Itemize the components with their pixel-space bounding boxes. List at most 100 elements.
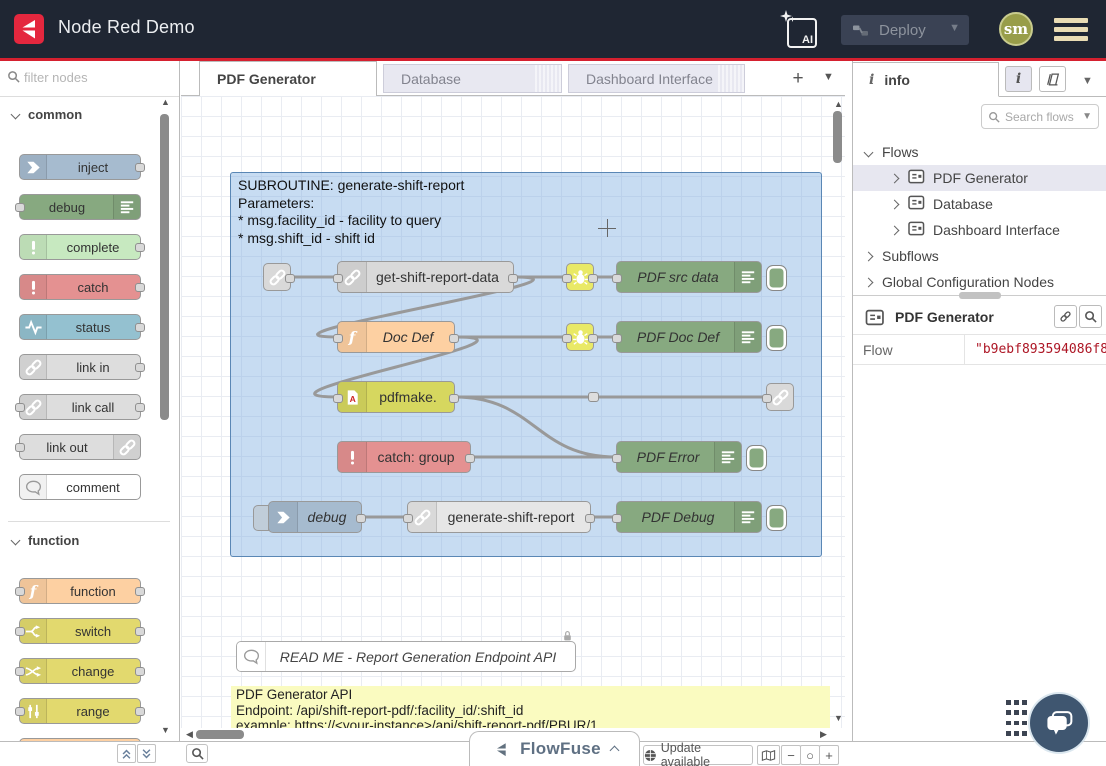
output-port[interactable] xyxy=(585,514,595,523)
deploy-button[interactable]: Deploy ▼ xyxy=(841,15,969,45)
input-port[interactable] xyxy=(612,274,622,283)
output-port[interactable] xyxy=(285,274,295,283)
input-port[interactable] xyxy=(562,334,572,343)
output-port[interactable] xyxy=(465,454,475,463)
sidebar-item-database[interactable]: Database xyxy=(853,191,1106,217)
inject-node[interactable]: debug xyxy=(268,501,362,533)
canvas-scroll-left[interactable]: ◀ xyxy=(186,730,193,739)
splitter-handle[interactable] xyxy=(959,292,1001,299)
palette-category-function[interactable]: function xyxy=(0,533,160,555)
debug-node[interactable]: PDF Debug xyxy=(616,501,762,533)
user-avatar[interactable]: sm xyxy=(999,12,1033,46)
input-port[interactable] xyxy=(612,514,622,523)
palette-node-debug[interactable]: debug xyxy=(19,194,141,220)
ai-assistant-button[interactable]: AI xyxy=(787,18,817,48)
output-port[interactable] xyxy=(508,274,518,283)
palette-node-switch[interactable]: switch xyxy=(19,618,141,644)
input-port[interactable] xyxy=(762,394,772,403)
input-port[interactable] xyxy=(15,707,25,716)
catch-node[interactable]: catch: group xyxy=(337,441,471,473)
tab-info[interactable]: i info xyxy=(853,62,999,97)
function-node[interactable]: fDoc Def xyxy=(337,321,455,353)
canvas-search-button[interactable] xyxy=(186,744,208,763)
output-port[interactable] xyxy=(135,243,145,252)
canvas-scroll-right[interactable]: ▶ xyxy=(820,730,827,739)
debug-node[interactable]: PDF src data xyxy=(616,261,762,293)
output-port[interactable] xyxy=(356,514,366,523)
inject-trigger-button[interactable] xyxy=(253,505,269,531)
output-port[interactable] xyxy=(449,394,459,403)
input-port[interactable] xyxy=(333,274,343,283)
wire-junction[interactable] xyxy=(588,392,599,402)
output-port[interactable] xyxy=(135,163,145,172)
link-call-node[interactable]: get-shift-report-data xyxy=(337,261,514,293)
debug-toggle-button[interactable] xyxy=(746,445,767,471)
input-port[interactable] xyxy=(15,403,25,412)
main-menu-button[interactable] xyxy=(1054,18,1088,42)
chevron-right-icon[interactable] xyxy=(890,225,900,235)
tab-dashboard-interface[interactable]: Dashboard Interface xyxy=(568,64,745,93)
input-port[interactable] xyxy=(15,587,25,596)
palette-node-change[interactable]: change xyxy=(19,658,141,684)
output-port[interactable] xyxy=(135,587,145,596)
palette-filter-input[interactable]: filter nodes xyxy=(0,61,179,97)
output-port[interactable] xyxy=(135,627,145,636)
output-port[interactable] xyxy=(135,363,145,372)
zoom-to-flow-button[interactable] xyxy=(1079,305,1102,328)
chevron-right-icon[interactable] xyxy=(890,199,900,209)
output-port[interactable] xyxy=(135,403,145,412)
sidebar-item-flows[interactable]: Flows xyxy=(853,139,1106,165)
flow-note-box[interactable]: PDF Generator APIEndpoint: /api/shift-re… xyxy=(231,686,830,728)
input-port[interactable] xyxy=(403,514,413,523)
widget-drag-handle[interactable] xyxy=(1006,700,1026,738)
debug-toggle-button[interactable] xyxy=(766,505,787,531)
input-port[interactable] xyxy=(612,334,622,343)
output-port[interactable] xyxy=(588,334,598,343)
output-port[interactable] xyxy=(135,707,145,716)
tab-database[interactable]: Database xyxy=(383,64,562,93)
update-available-button[interactable]: Update available xyxy=(643,745,753,765)
comment-node[interactable]: READ ME - Report Generation Endpoint API xyxy=(236,641,576,672)
deploy-dropdown-caret[interactable]: ▼ xyxy=(949,22,960,34)
flowfuse-panel-tab[interactable]: FlowFuse xyxy=(469,731,640,766)
sidebar-item-dashboard-interface[interactable]: Dashboard Interface xyxy=(853,217,1106,243)
debug-toggle-button[interactable] xyxy=(766,265,787,291)
copy-link-button[interactable] xyxy=(1054,305,1077,328)
palette-node-complete[interactable]: complete xyxy=(19,234,141,260)
bug-node[interactable] xyxy=(566,263,594,291)
input-port[interactable] xyxy=(15,667,25,676)
navigator-map-button[interactable] xyxy=(757,745,780,765)
input-port[interactable] xyxy=(333,334,343,343)
palette-scrollbar[interactable] xyxy=(160,114,169,420)
palette-node-inject[interactable]: inject xyxy=(19,154,141,180)
zoom-out-button[interactable]: − xyxy=(781,745,801,765)
chevron-right-icon[interactable] xyxy=(864,251,874,261)
pdfmake-node[interactable]: Apdfmake. xyxy=(337,381,455,413)
zoom-in-button[interactable]: + xyxy=(819,745,839,765)
palette-node-range[interactable]: range xyxy=(19,698,141,724)
debug-toggle-button[interactable] xyxy=(766,325,787,351)
canvas-scroll-up[interactable]: ▲ xyxy=(834,100,843,109)
info-tab-button[interactable]: i xyxy=(1005,66,1032,92)
chat-widget-button[interactable] xyxy=(1030,694,1088,752)
tab-pdf-generator[interactable]: PDF Generator xyxy=(199,61,377,96)
sidebar-item-subflows[interactable]: Subflows xyxy=(853,243,1106,269)
canvas-vscrollbar[interactable] xyxy=(833,111,842,163)
flow-canvas[interactable]: SUBROUTINE: generate-shift-reportParamet… xyxy=(181,96,845,728)
search-options-caret[interactable]: ▼ xyxy=(1082,111,1092,122)
search-flows-input[interactable]: Search flows ▼ xyxy=(981,104,1099,129)
input-port[interactable] xyxy=(15,203,25,212)
flowfuse-logo-icon[interactable] xyxy=(14,14,44,44)
palette-scroll-down[interactable]: ▼ xyxy=(161,726,170,735)
bug-node[interactable] xyxy=(566,323,594,351)
zoom-reset-button[interactable]: ○ xyxy=(800,745,820,765)
chevron-down-icon[interactable] xyxy=(864,147,874,157)
sidebar-item-pdf-generator[interactable]: PDF Generator xyxy=(853,165,1106,191)
debug-node[interactable]: PDF Error xyxy=(616,441,742,473)
chevron-right-icon[interactable] xyxy=(890,173,900,183)
debug-node[interactable]: PDF Doc Def xyxy=(616,321,762,353)
link-in-node[interactable] xyxy=(263,263,291,291)
canvas-scroll-down[interactable]: ▼ xyxy=(834,714,843,723)
output-port[interactable] xyxy=(449,334,459,343)
add-flow-button[interactable]: + xyxy=(786,67,810,91)
